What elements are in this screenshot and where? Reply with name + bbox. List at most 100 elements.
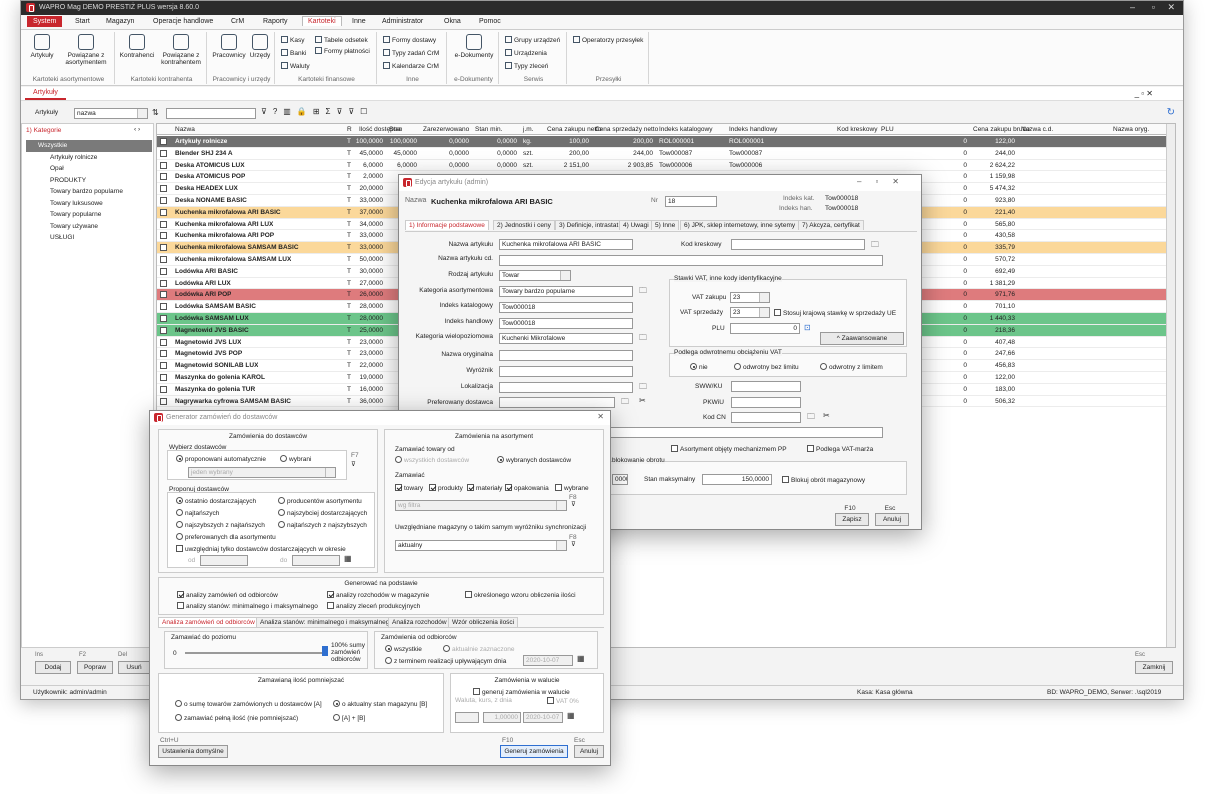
banki-button[interactable]: Banki — [281, 49, 306, 57]
close-icon[interactable]: ✕ — [597, 412, 604, 421]
tree-item[interactable]: Towary bardzo popularne — [26, 186, 152, 198]
maximize-icon[interactable]: ▫ — [1152, 2, 1155, 12]
window-controls-icon[interactable]: –▫✕ — [857, 177, 913, 186]
column-header[interactable]: Indeks katalogowy — [659, 126, 712, 133]
column-header[interactable]: R — [347, 126, 352, 133]
tab-kategorie[interactable]: 1) Kategorie — [26, 127, 61, 134]
orig-input[interactable] — [499, 350, 633, 361]
tree-item-all[interactable]: Wszystkie — [26, 140, 152, 152]
folder-icon[interactable]: 🗀 — [639, 381, 647, 395]
tabele-odsetek-button[interactable]: Tabele odsetek — [315, 36, 368, 44]
tree-item[interactable]: Towary używane — [26, 221, 152, 233]
column-header[interactable]: Indeks handlowy — [729, 126, 777, 133]
row-checkbox[interactable] — [160, 244, 167, 252]
wyr-input[interactable] — [499, 366, 633, 377]
filter-icon[interactable]: ⊽ — [571, 500, 576, 508]
rate-input[interactable]: 1,00000 — [483, 712, 521, 723]
folder-icon[interactable]: 🗀 — [621, 396, 629, 410]
mech-pp-checkbox[interactable]: Asortyment objęty mechanizmem PP — [671, 445, 787, 453]
pracownicy-button[interactable]: Pracownicy — [211, 34, 247, 59]
extra-input[interactable] — [609, 427, 883, 438]
type-select[interactable]: Towar — [499, 270, 571, 281]
cancel-button[interactable]: Anuluj — [574, 745, 604, 758]
row-checkbox[interactable] — [160, 291, 167, 299]
menu-magazyn[interactable]: Magazyn — [106, 18, 134, 25]
vertical-scrollbar[interactable] — [1166, 124, 1175, 647]
tab-issues-analysis[interactable]: Analiza rozchodów — [388, 617, 451, 627]
tab-orders-analysis[interactable]: Analiza zamówień od odbiorców — [158, 617, 259, 627]
vat0-checkbox[interactable]: VAT 0% — [547, 697, 579, 705]
reduce-ab-radio[interactable]: [A] + [B] — [333, 714, 365, 722]
column-header[interactable]: Cena sprzedaży netto — [595, 126, 658, 133]
min-stock-input[interactable]: 0000 — [612, 474, 628, 485]
type-towary-checkbox[interactable]: towary — [395, 484, 423, 492]
tab-jpk[interactable]: 6) JPK, sklep internetowy, inne sytemy — [680, 220, 800, 230]
opt-preferred-radio[interactable]: preferowanych dla asortymentu — [176, 533, 276, 541]
barcode-input[interactable] — [731, 239, 865, 250]
all-orders-radio[interactable]: wszystkie — [385, 645, 422, 653]
rate-date-input[interactable]: 2020-10-07 — [523, 712, 563, 723]
column-header[interactable]: j.m. — [523, 126, 533, 133]
minimize-icon[interactable]: – — [1130, 2, 1135, 12]
grupy-urzadzen-button[interactable]: Grupy urządzeń — [505, 36, 560, 44]
vat-purchase-select[interactable]: 23 — [730, 292, 770, 303]
row-checkbox[interactable] — [160, 374, 167, 381]
reduce-none-radio[interactable]: zamawiać pełną ilość (nie pomniejszać) — [175, 714, 298, 722]
cancel-button[interactable]: Anuluj — [875, 513, 909, 526]
tab-artykuly[interactable]: Artykuły — [25, 87, 66, 100]
menu-pomoc[interactable]: Pomoc — [479, 18, 501, 25]
type-filter-select[interactable]: wg filtra — [395, 500, 567, 511]
nr-field[interactable]: 18 — [665, 196, 717, 207]
tree-item[interactable]: Artykuły rolnicze — [26, 152, 152, 164]
rev-limit-radio[interactable]: odwrotny z limitem — [820, 363, 883, 371]
add-button[interactable]: Dodaj — [35, 661, 71, 674]
tab-units[interactable]: 2) Jednostki i ceny — [493, 220, 555, 230]
folder-icon[interactable]: 🗀 — [871, 239, 879, 253]
column-header[interactable]: Nazwa oryg. — [1113, 126, 1149, 133]
row-checkbox[interactable] — [160, 397, 167, 405]
folder-icon[interactable]: 🗀 — [639, 332, 647, 346]
opt-producers-radio[interactable]: producentów asortymentu — [278, 497, 362, 505]
term-orders-radio[interactable]: z terminem realizacji upływającym dnia — [385, 657, 506, 665]
opt-cheapest-radio[interactable]: najtańszych — [176, 509, 219, 517]
row-checkbox[interactable] — [160, 303, 167, 311]
tab-info[interactable]: 1) Informacje podstawowe — [405, 220, 489, 230]
toolbar-icons[interactable]: ⊽?▥🔒⊞Σ⊽⊽☐ — [261, 107, 373, 116]
search-input[interactable] — [166, 108, 256, 119]
formy-dostawy-button[interactable]: Formy dostawy — [383, 36, 436, 44]
supplier-input[interactable] — [499, 397, 615, 408]
row-checkbox[interactable] — [160, 220, 167, 228]
tab-defs[interactable]: 3) Definicje, intrastat — [555, 220, 623, 230]
vat-eu-checkbox[interactable]: Stosuj krajową stawkę w sprzedaży UE — [774, 309, 896, 317]
kasy-button[interactable]: Kasy — [281, 36, 304, 44]
kalendarze-button[interactable]: Kalendarze CrM — [383, 62, 439, 70]
opt-last-radio[interactable]: ostatnio dostarczających — [176, 497, 256, 505]
current-orders-radio[interactable]: aktualnie zaznaczone — [443, 645, 515, 653]
tree-item[interactable]: Towary popularne — [26, 209, 152, 221]
tree-item[interactable]: USŁUGI — [26, 232, 152, 244]
operatorzy-button[interactable]: Operatorzy przesyłek — [573, 36, 643, 44]
auto-radio[interactable]: proponowani automatycznie — [176, 455, 266, 463]
basis-production-checkbox[interactable]: analizy zleceń produkcyjnych — [327, 602, 420, 610]
level-slider[interactable] — [322, 646, 328, 656]
basis-issues-checkbox[interactable]: analizy rozchodów w magazynie — [327, 591, 429, 599]
urzadzenia-button[interactable]: Urządzenia — [505, 49, 547, 57]
all-suppliers-radio[interactable]: wszystkich dostawców — [395, 456, 469, 464]
tree-item[interactable]: PRODUKTY — [26, 175, 152, 187]
pane-arrows-icon[interactable]: ‹ › — [134, 126, 140, 133]
close-icon[interactable]: ✕ — [1167, 2, 1175, 13]
ih-input[interactable]: Tow000018 — [499, 318, 633, 329]
term-date-input[interactable]: 2020-10-07 — [523, 655, 573, 666]
menu-crm[interactable]: CrM — [231, 18, 244, 25]
column-header[interactable]: Stan — [389, 126, 402, 133]
column-header[interactable]: PLU — [881, 126, 894, 133]
row-checkbox[interactable] — [160, 208, 167, 216]
pkwiu-input[interactable] — [731, 397, 801, 408]
clear-icon[interactable]: ✂ — [639, 396, 646, 405]
opt-fastest-radio[interactable]: najszybciej dostarczających — [278, 509, 367, 517]
close-button[interactable]: Zamknij — [1135, 661, 1173, 674]
typy-zadan-button[interactable]: Typy zadań CrM — [383, 49, 439, 57]
typy-zlecen-button[interactable]: Typy zleceń — [505, 62, 548, 70]
ik-input[interactable]: Tow000018 — [499, 302, 633, 313]
row-checkbox[interactable] — [160, 315, 167, 322]
